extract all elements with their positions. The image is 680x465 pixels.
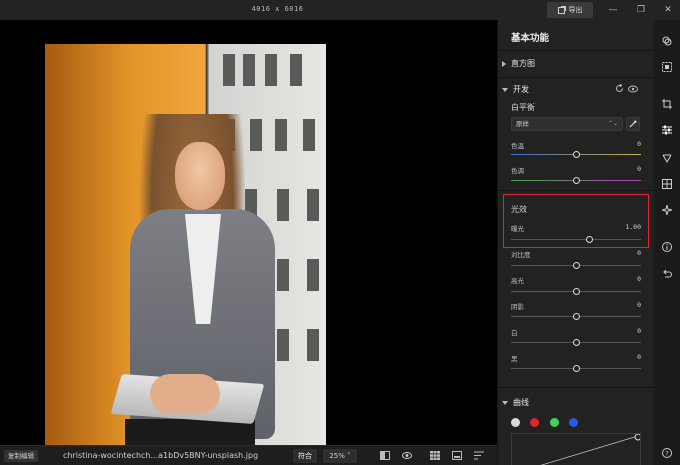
temperature-label: 色温: [511, 142, 524, 150]
channel-green-button[interactable]: [550, 418, 559, 427]
section-curves[interactable]: 曲线: [502, 397, 529, 408]
heal-mask-icon[interactable]: [662, 153, 672, 163]
grid-view-icon[interactable]: [430, 451, 440, 460]
whites-label: 白: [511, 329, 518, 337]
highlights-value: 0: [637, 275, 641, 283]
shadows-thumb[interactable]: [572, 313, 580, 320]
tint-value: 0: [637, 165, 641, 173]
tint-thumb[interactable]: [572, 177, 580, 184]
tint-label: 色调: [511, 167, 524, 175]
adjust-sliders-icon[interactable]: [662, 125, 672, 135]
select-area-icon[interactable]: [662, 62, 672, 72]
panel-title: 基本功能: [511, 33, 550, 44]
bottom-toolbar: 复制编辑 christina-wocintechch...a1bDv5BNY-u…: [0, 445, 497, 465]
info-icon[interactable]: [662, 242, 672, 252]
curve-editor[interactable]: [511, 433, 641, 465]
curve-line: [540, 434, 640, 465]
image-canvas[interactable]: [0, 20, 497, 464]
section-develop-label: 开发: [513, 85, 529, 94]
image-view-icon[interactable]: [452, 451, 462, 460]
reset-icon[interactable]: [615, 84, 624, 93]
white-balance-value: 原样: [516, 120, 529, 128]
section-curves-label: 曲线: [513, 398, 529, 407]
sort-icon[interactable]: [474, 451, 484, 460]
highlights-label: 高光: [511, 277, 524, 285]
effects-sparkle-icon[interactable]: [662, 205, 672, 215]
chevron-right-icon: [502, 60, 506, 67]
title-bar: 4016 x 6016 导出 — ❐ ✕: [0, 0, 680, 20]
eyedropper-icon: [629, 120, 637, 128]
light-section-highlight: [503, 194, 649, 248]
undo-history-icon[interactable]: [662, 269, 672, 279]
section-histogram[interactable]: 直方图: [502, 58, 535, 69]
presets-icon[interactable]: [662, 36, 672, 46]
close-icon[interactable]: ✕: [661, 3, 675, 17]
contrast-value: 0: [637, 249, 641, 257]
section-develop[interactable]: 开发: [502, 84, 529, 95]
help-icon[interactable]: ?: [662, 448, 672, 458]
temperature-thumb[interactable]: [572, 151, 580, 158]
photo-preview: [45, 44, 326, 464]
zoom-value: 25%: [329, 452, 345, 460]
whites-value: 0: [637, 327, 641, 335]
channel-blue-button[interactable]: [569, 418, 578, 427]
blacks-thumb[interactable]: [572, 365, 580, 372]
temperature-value: 0: [637, 140, 641, 148]
layers-icon[interactable]: [662, 179, 672, 189]
visibility-eye-icon[interactable]: [628, 85, 638, 93]
shadows-value: 0: [637, 301, 641, 309]
export-button[interactable]: 导出: [547, 2, 593, 18]
export-icon: [557, 5, 566, 14]
contrast-label: 对比度: [511, 251, 531, 259]
channel-white-button[interactable]: [511, 418, 520, 427]
channel-red-button[interactable]: [530, 418, 539, 427]
blacks-value: 0: [637, 353, 641, 361]
zoom-select[interactable]: 25% ˅: [323, 449, 357, 463]
highlights-thumb[interactable]: [572, 288, 580, 295]
shadows-label: 阴影: [511, 303, 524, 311]
white-balance-label: 白平衡: [511, 103, 535, 112]
updown-chevron-icon: ⌃⌄: [607, 120, 618, 127]
file-name: christina-wocintechch...a1bDv5BNY-unspla…: [63, 451, 259, 460]
compare-icon[interactable]: [380, 451, 390, 460]
whites-thumb[interactable]: [572, 339, 580, 346]
contrast-thumb[interactable]: [572, 262, 580, 269]
image-dimensions: 4016 x 6016: [251, 5, 304, 13]
minimize-icon[interactable]: —: [606, 3, 620, 17]
crop-icon[interactable]: [662, 99, 672, 109]
fit-button[interactable]: 符合: [293, 449, 317, 463]
restore-icon[interactable]: ❐: [634, 3, 648, 17]
blacks-label: 黑: [511, 355, 518, 363]
tool-strip: ?: [654, 20, 680, 465]
eyedropper-button[interactable]: [626, 117, 640, 131]
copy-edit-button[interactable]: 复制编辑: [4, 450, 38, 462]
export-label: 导出: [568, 6, 583, 14]
section-histogram-label: 直方图: [511, 59, 535, 68]
white-balance-select[interactable]: 原样 ⌃⌄: [511, 117, 623, 131]
svg-text:?: ?: [665, 450, 668, 458]
preview-eye-icon[interactable]: [402, 451, 412, 460]
chevron-down-icon: [502, 87, 508, 92]
chevron-down-icon: [502, 400, 508, 405]
